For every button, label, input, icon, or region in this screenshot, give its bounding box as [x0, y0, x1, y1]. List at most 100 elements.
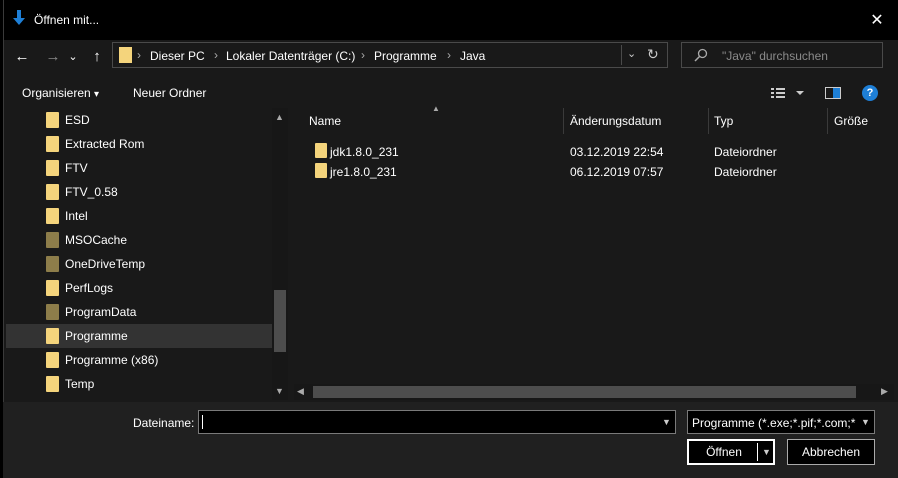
open-button[interactable]: Öffnen ▼: [687, 439, 775, 465]
tree-item-label: OneDriveTemp: [65, 257, 146, 271]
refresh-icon[interactable]: ↻: [647, 46, 659, 63]
open-options-chevron-icon[interactable]: ▼: [762, 447, 771, 457]
tree-item[interactable]: FTV: [6, 156, 272, 180]
chevron-down-icon: ⌄: [68, 50, 78, 63]
breadcrumb-lokaler-datentraeger[interactable]: Lokaler Datenträger (C:): [226, 49, 355, 63]
tree-item[interactable]: ProgramData: [6, 300, 272, 324]
view-options-button[interactable]: [770, 86, 806, 103]
folder-icon: [46, 376, 59, 392]
close-button[interactable]: ✕: [862, 8, 892, 32]
folder-icon: [46, 304, 59, 320]
search-box[interactable]: "Java" durchsuchen: [681, 42, 883, 68]
folder-icon: [315, 163, 327, 178]
folder-icon: [46, 232, 59, 248]
folder-icon: [46, 184, 59, 200]
column-header-size[interactable]: Größe: [834, 114, 868, 128]
folder-icon: [46, 136, 59, 152]
tree-item-label: FTV: [65, 161, 88, 175]
breadcrumb-programme[interactable]: Programme: [374, 49, 437, 63]
scroll-down-icon[interactable]: ▼: [275, 386, 284, 396]
tree-item[interactable]: Programme: [6, 324, 272, 348]
forward-button[interactable]: →: [42, 44, 64, 68]
text-cursor: [202, 415, 203, 429]
scroll-left-icon[interactable]: ◀: [297, 386, 304, 397]
breadcrumb-java[interactable]: Java: [460, 49, 485, 63]
filename-input[interactable]: ▼: [198, 410, 676, 434]
column-header-name[interactable]: Name: [309, 114, 341, 128]
scroll-up-icon[interactable]: ▲: [275, 112, 284, 122]
folder-icon: [46, 280, 59, 296]
navigation-tree: ESD Extracted Rom FTV FTV_0.58 Intel MSOCache…: [6, 108, 289, 400]
search-icon: [694, 48, 708, 65]
tree-scrollbar[interactable]: ▲ ▼: [272, 108, 288, 400]
folder-icon: [315, 143, 327, 158]
folder-icon: [46, 328, 59, 344]
forward-arrow-icon: →: [45, 47, 61, 65]
column-header-date[interactable]: Änderungsdatum: [570, 114, 661, 128]
folder-icon: [119, 47, 132, 63]
tree-item[interactable]: Extracted Rom: [6, 132, 272, 156]
tree-item[interactable]: Programme (x86): [6, 348, 272, 372]
filename-history-chevron-icon[interactable]: ▼: [662, 417, 671, 427]
filename-label: Dateiname:: [133, 416, 195, 430]
preview-pane-icon: [825, 87, 841, 99]
file-date: 03.12.2019 22:54: [570, 145, 664, 159]
tree-item[interactable]: ESD: [6, 108, 272, 132]
column-header-type[interactable]: Typ: [714, 114, 733, 128]
tree-item-label: FTV_0.58: [65, 185, 118, 199]
view-options-icon: [771, 88, 804, 98]
file-type-filter[interactable]: Programme (*.exe;*.pif;*.com;* ▼: [687, 410, 875, 434]
search-placeholder: "Java" durchsuchen: [722, 49, 828, 63]
address-history-chevron-icon[interactable]: ⌄: [627, 47, 636, 60]
chevron-down-icon: ▾: [94, 89, 100, 100]
window-title: Öffnen mit...: [34, 13, 100, 27]
tree-item-label: Extracted Rom: [65, 137, 145, 151]
folder-icon: [46, 160, 59, 176]
tree-item[interactable]: Intel: [6, 204, 272, 228]
tree-scroll-thumb[interactable]: [274, 290, 286, 352]
back-button[interactable]: ←: [11, 44, 33, 68]
help-button[interactable]: ?: [862, 85, 878, 101]
back-arrow-icon: ←: [14, 47, 30, 65]
tree-item-label: ProgramData: [65, 305, 137, 319]
breadcrumb-dieser-pc[interactable]: Dieser PC: [150, 49, 205, 63]
file-name: jre1.8.0_231: [330, 165, 397, 179]
tree-item-label: Temp: [65, 377, 95, 391]
new-folder-button[interactable]: Neuer Ordner: [133, 86, 206, 100]
address-bar[interactable]: › Dieser PC › Lokaler Datenträger (C:) ›…: [112, 42, 668, 68]
close-icon: ✕: [870, 12, 884, 29]
tree-item-label: Programme (x86): [65, 353, 159, 367]
help-icon: ?: [866, 87, 874, 99]
file-date: 06.12.2019 07:57: [570, 165, 664, 179]
tree-item[interactable]: MSOCache: [6, 228, 272, 252]
file-type: Dateiordner: [714, 145, 777, 159]
folder-icon: [46, 352, 59, 368]
sort-indicator-icon: ▲: [432, 104, 440, 113]
organize-button[interactable]: Organisieren ▾: [22, 86, 99, 100]
tree-item-label: Intel: [65, 209, 88, 223]
preview-pane-button[interactable]: [825, 86, 841, 103]
tree-item-label: Programme: [65, 329, 128, 343]
cancel-button[interactable]: Abbrechen: [787, 439, 875, 465]
tree-item-label: ESD: [65, 113, 90, 127]
tree-item[interactable]: PerfLogs: [6, 276, 272, 300]
tree-item[interactable]: FTV_0.58: [6, 180, 272, 204]
folder-icon: [46, 208, 59, 224]
file-list-scroll-thumb[interactable]: [313, 386, 856, 398]
tree-item-label: PerfLogs: [65, 281, 114, 295]
file-name: jdk1.8.0_231: [330, 145, 399, 159]
download-arrow-icon: [12, 10, 26, 26]
recent-locations-button[interactable]: ⌄: [66, 44, 80, 68]
scroll-right-icon[interactable]: ▶: [881, 386, 888, 397]
title-bar: Öffnen mit... ✕: [4, 0, 898, 40]
tree-item[interactable]: OneDriveTemp: [6, 252, 272, 276]
tree-item-label: MSOCache: [65, 233, 128, 247]
file-row[interactable]: jdk1.8.0_231 03.12.2019 22:54 Dateiordner: [309, 141, 869, 161]
file-type-filter-value: Programme (*.exe;*.pif;*.com;*: [692, 416, 856, 430]
folder-icon: [46, 256, 59, 272]
file-type: Dateiordner: [714, 165, 777, 179]
tree-item[interactable]: Temp: [6, 372, 272, 396]
up-button[interactable]: ↑: [86, 44, 108, 68]
file-row[interactable]: jre1.8.0_231 06.12.2019 07:57 Dateiordner: [309, 161, 869, 181]
folder-icon: [46, 112, 59, 128]
